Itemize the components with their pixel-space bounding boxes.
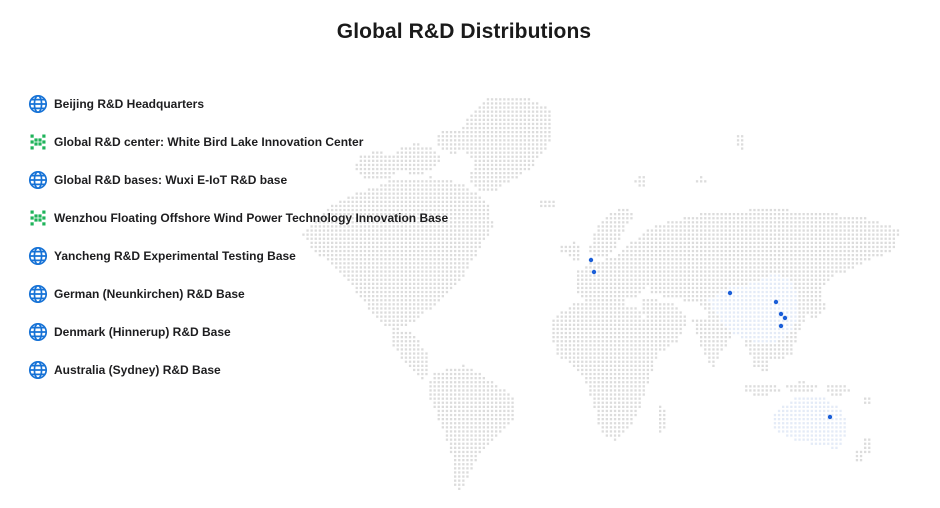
- legend-item-wuxi[interactable]: Global R&D bases: Wuxi E-IoT R&D base: [28, 170, 498, 190]
- legend-item-white-bird-lake[interactable]: Global R&D center: White Bird Lake Innov…: [28, 132, 498, 152]
- location-marker-wenzhou[interactable]: [778, 323, 784, 329]
- location-marker-shanghai[interactable]: [782, 315, 788, 321]
- location-marker-denmark[interactable]: [588, 257, 594, 263]
- legend-item-australia[interactable]: Australia (Sydney) R&D Base: [28, 360, 498, 380]
- globe-icon: [28, 360, 48, 380]
- lattice-icon: [30, 210, 46, 226]
- lattice-icon: [30, 134, 46, 150]
- legend-label: Yancheng R&D Experimental Testing Base: [54, 249, 296, 263]
- legend-label: Global R&D center: White Bird Lake Innov…: [54, 135, 364, 149]
- globe-icon: [28, 284, 48, 304]
- globe-icon: [28, 170, 48, 190]
- globe-icon: [28, 246, 48, 266]
- legend-label: Global R&D bases: Wuxi E-IoT R&D base: [54, 173, 288, 187]
- legend-item-germany[interactable]: German (Neunkirchen) R&D Base: [28, 284, 498, 304]
- legend-item-beijing[interactable]: Beijing R&D Headquarters: [28, 94, 498, 114]
- legend-label: Australia (Sydney) R&D Base: [54, 363, 221, 377]
- legend-label: Denmark (Hinnerup) R&D Base: [54, 325, 231, 339]
- location-markers: [588, 257, 833, 420]
- legend-item-denmark[interactable]: Denmark (Hinnerup) R&D Base: [28, 322, 498, 342]
- globe-icon: [28, 322, 48, 342]
- legend-label: Beijing R&D Headquarters: [54, 97, 205, 111]
- legend-item-yancheng[interactable]: Yancheng R&D Experimental Testing Base: [28, 246, 498, 266]
- legend-label: Wenzhou Floating Offshore Wind Power Tec…: [54, 211, 449, 225]
- globe-icon: [28, 94, 48, 114]
- legend-label: German (Neunkirchen) R&D Base: [54, 287, 245, 301]
- legend: Beijing R&D Headquarters Global R&D cent…: [28, 94, 498, 398]
- location-marker-wuxi[interactable]: [778, 311, 784, 317]
- legend-item-wenzhou[interactable]: Wenzhou Floating Offshore Wind Power Tec…: [28, 208, 498, 228]
- location-marker-sydney[interactable]: [827, 414, 833, 420]
- location-marker-germany[interactable]: [591, 269, 597, 275]
- location-marker-beijing[interactable]: [727, 290, 733, 296]
- location-marker-yancheng[interactable]: [773, 299, 779, 305]
